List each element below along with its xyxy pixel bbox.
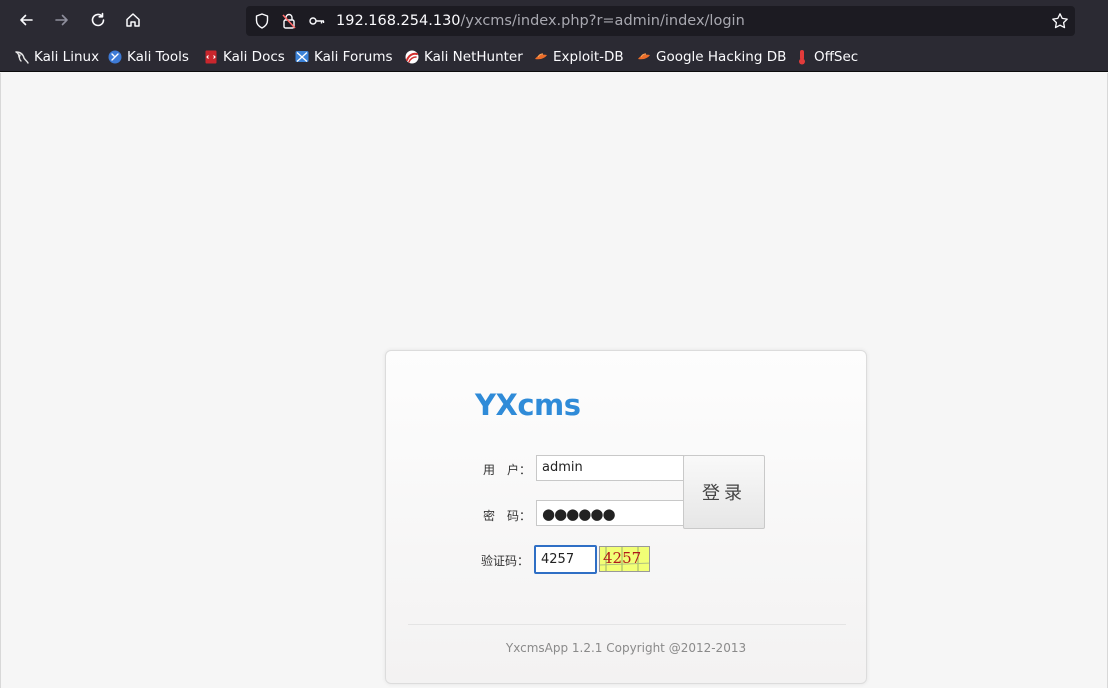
ghdb-icon: [636, 49, 652, 65]
captcha-input[interactable]: 4257: [534, 545, 597, 574]
yxcms-logo: YXcms: [475, 388, 581, 422]
bookmark-label: Kali Forums: [314, 49, 393, 65]
password-label: 密 码：: [483, 509, 532, 523]
bookmark-kali-linux[interactable]: Kali Linux: [14, 48, 99, 66]
kali-dragon-icon: [14, 49, 30, 65]
bookmark-label: OffSec: [814, 49, 859, 65]
login-button[interactable]: 登录: [683, 455, 765, 529]
bookmark-kali-forums[interactable]: Kali Forums: [294, 48, 393, 66]
forward-arrow-icon[interactable]: [50, 8, 74, 32]
bookmark-offsec[interactable]: OffSec: [794, 48, 858, 66]
bookmark-google-hacking-db[interactable]: Google Hacking DB: [636, 48, 786, 66]
offsec-icon: [794, 49, 810, 65]
kali-docs-icon: [203, 49, 219, 65]
login-panel: YXcms 用 户： admin 密 码： ●●●●●● 登录 验证码： 425…: [385, 350, 867, 684]
home-icon[interactable]: [121, 8, 145, 32]
key-icon[interactable]: [308, 12, 326, 30]
exploit-db-icon: [533, 49, 549, 65]
kali-tools-icon: [107, 49, 123, 65]
bookmark-kali-nethunter[interactable]: Kali NetHunter: [404, 48, 523, 66]
bookmark-label: Kali NetHunter: [424, 49, 523, 65]
bookmark-kali-docs[interactable]: Kali Docs: [203, 48, 285, 66]
bookmark-label: Google Hacking DB: [656, 49, 787, 65]
kali-forums-icon: [294, 49, 310, 65]
username-input[interactable]: admin: [536, 455, 684, 481]
captcha-image[interactable]: 4257: [599, 546, 650, 572]
bookmark-label: Kali Tools: [127, 49, 189, 65]
bookmarks-bar: Kali Linux Kali Tools Kali Docs Kali For…: [0, 42, 1108, 72]
bookmark-star-icon[interactable]: [1051, 12, 1069, 30]
bookmark-label: Kali Docs: [223, 49, 285, 65]
copyright-text: YxcmsApp 1.2.1 Copyright @2012-2013: [505, 641, 747, 655]
page-viewport: YXcms 用 户： admin 密 码： ●●●●●● 登录 验证码： 425…: [0, 73, 1108, 688]
username-label: 用 户：: [483, 463, 532, 477]
back-arrow-icon[interactable]: [14, 8, 38, 32]
captcha-image-text: 4257: [603, 549, 642, 567]
insecure-lock-icon[interactable]: [280, 12, 298, 30]
reload-icon[interactable]: [86, 8, 110, 32]
browser-toolbar: 192.168.254.130/yxcms/index.php?r=admin/…: [0, 0, 1108, 42]
url-host: 192.168.254.130: [336, 13, 461, 29]
captcha-label: 验证码：: [481, 554, 530, 568]
password-input[interactable]: ●●●●●●: [536, 500, 684, 526]
bookmark-exploit-db[interactable]: Exploit-DB: [533, 48, 624, 66]
footer-divider: [408, 624, 846, 625]
url-text[interactable]: 192.168.254.130/yxcms/index.php?r=admin/…: [336, 11, 745, 31]
url-path: /yxcms/index.php?r=admin/index/login: [460, 13, 745, 29]
url-bar[interactable]: 192.168.254.130/yxcms/index.php?r=admin/…: [246, 6, 1075, 36]
bookmark-label: Exploit-DB: [553, 49, 624, 65]
bookmark-label: Kali Linux: [34, 49, 100, 65]
shield-icon[interactable]: [253, 12, 271, 30]
kali-nethunter-icon: [404, 49, 420, 65]
bookmark-kali-tools[interactable]: Kali Tools: [107, 48, 189, 66]
